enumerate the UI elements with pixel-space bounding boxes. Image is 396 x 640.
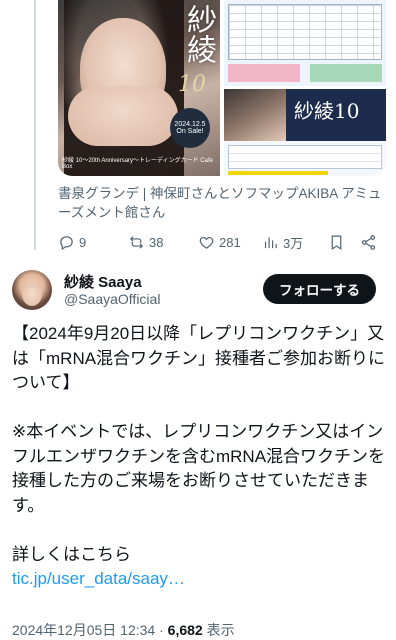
previous-post-caption: 書泉グランデ | 神保町さんとソフマップAKIBA アミューズメント館さん <box>58 186 382 220</box>
author-handle[interactable]: @SaayaOfficial <box>64 291 160 307</box>
avatar[interactable] <box>12 270 52 310</box>
repost-icon <box>129 235 144 249</box>
portrait-hands <box>68 86 178 146</box>
post-paragraph-heading: 【2024年9月20日以降「レプリコンワクチン」又は「mRNA混合ワクチン」接種… <box>12 324 386 392</box>
follow-button[interactable]: フォローする <box>263 274 376 304</box>
views-button[interactable]: 3万 <box>262 233 303 252</box>
repost-button[interactable]: 38 <box>128 234 163 251</box>
post-media[interactable]: 紗綾 10 2024.12.5 On Sale! 紗綾 10～20th Anni… <box>58 0 386 176</box>
share-icon <box>361 234 376 250</box>
views-count: 3万 <box>283 235 304 251</box>
media-number-mark: 10 <box>178 72 206 97</box>
bookmark-button[interactable] <box>328 234 345 251</box>
view-suffix: 表示 <box>206 622 235 638</box>
post-timestamp[interactable]: 2024年12月05日 12:34 <box>12 622 155 638</box>
repost-count: 38 <box>149 234 164 250</box>
like-count: 281 <box>219 234 241 250</box>
media-title-kanji: 紗綾 <box>181 4 216 64</box>
details-label: 詳しくはこちら <box>12 544 131 564</box>
reply-count: 9 <box>79 234 87 250</box>
flyer-price-table <box>224 0 386 86</box>
reply-icon <box>60 235 73 250</box>
post-actions: 9 38 281 3万 <box>58 232 388 252</box>
thread-line <box>34 0 36 250</box>
share-button[interactable] <box>360 234 377 251</box>
details-link[interactable]: tic.jp/user_data/saay… <box>12 569 185 588</box>
meta-separator: · <box>159 622 164 638</box>
flyer-title: 紗綾10 <box>294 99 360 123</box>
post-paragraph-notice: ※本イベントでは、レプリコンワクチン又はインフルエンザワクチンを含むmRNA混合… <box>12 422 386 515</box>
media-image-flyers[interactable]: 紗綾10 <box>224 0 386 176</box>
media-product-caption: 紗綾 10～20th Anniversary～トレーディングカード Cafe B… <box>62 158 213 170</box>
reply-button[interactable]: 9 <box>58 234 86 251</box>
post-meta: 2024年12月05日 12:34 · 6,682 表示 <box>12 620 235 640</box>
media-image-card-box[interactable]: 紗綾 10 2024.12.5 On Sale! 紗綾 10～20th Anni… <box>58 0 220 176</box>
flyer-event: 紗綾10 <box>224 89 386 176</box>
bookmark-icon <box>331 235 342 250</box>
view-count: 6,682 <box>167 622 203 638</box>
like-icon <box>199 236 214 249</box>
like-button[interactable]: 281 <box>198 234 241 251</box>
post-body: 【2024年9月20日以降「レプリコンワクチン」又は「mRNA混合ワクチン」接種… <box>12 322 388 592</box>
views-icon <box>264 237 277 248</box>
sale-badge: 2024.12.5 On Sale! <box>170 108 210 148</box>
author-display-name[interactable]: 紗綾 Saaya <box>64 271 142 292</box>
post-author-row: 紗綾 Saaya @SaayaOfficial フォローする <box>12 270 388 312</box>
